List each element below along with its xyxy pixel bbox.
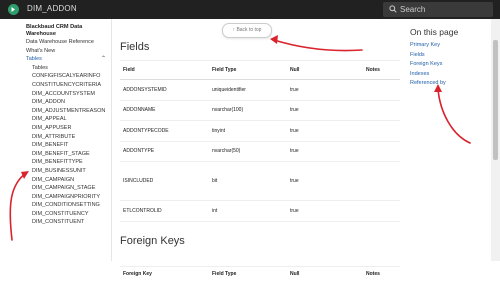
fk-column-header-notes: Notes — [363, 267, 400, 281]
annotation-arrow-top — [274, 40, 362, 51]
fk-column-header-null: Null — [287, 267, 363, 281]
annotation-arrowhead-right — [434, 84, 442, 92]
annotation-arrowhead-top — [270, 35, 278, 44]
fk-column-header-foreign-key: Foreign Key — [120, 267, 209, 281]
annotation-arrow-left — [10, 173, 26, 240]
foreign-keys-header-row: Foreign Key Field Type Null Notes — [120, 267, 400, 281]
annotation-arrows — [0, 0, 500, 261]
annotation-arrowhead-left — [21, 171, 29, 179]
foreign-keys-table: Foreign Key Field Type Null Notes — [120, 266, 400, 281]
fk-column-header-field-type: Field Type — [209, 267, 287, 281]
annotation-arrow-right — [438, 89, 470, 143]
